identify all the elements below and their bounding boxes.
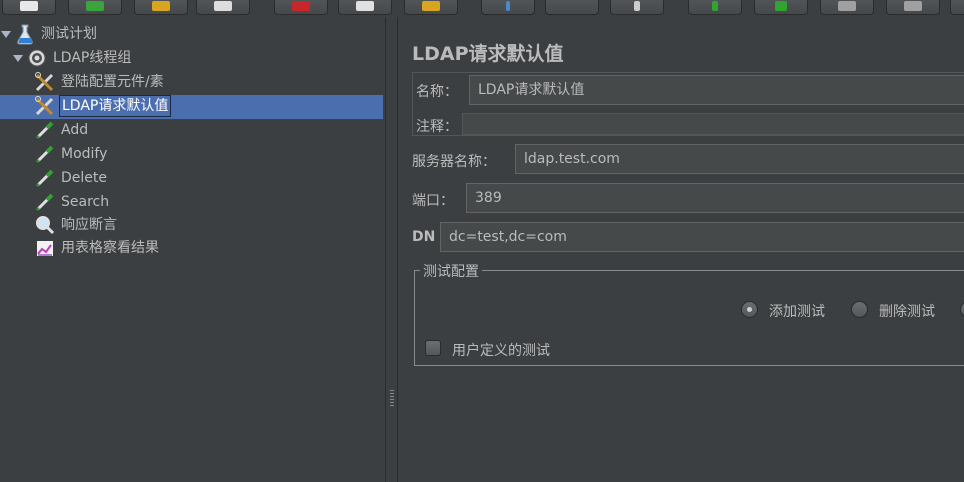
comment-label: 注释： (416, 119, 458, 135)
start-no-pause-button[interactable] (754, 0, 808, 15)
ldap-request-defaults-panel: LDAP请求默认值 名称： LDAP请求默认值 注释： 服务器名称： ldap.… (399, 17, 964, 482)
tree-item-label: 响应断言 (61, 217, 117, 233)
paste-button[interactable] (404, 0, 458, 15)
server-name-label: 服务器名称： (412, 154, 496, 170)
tree-item-label: Modify (61, 146, 108, 162)
tree-item-delete[interactable]: Delete (34, 167, 109, 189)
split-pane-divider[interactable] (385, 17, 398, 482)
tree-item-label: LDAP请求默认值 (59, 95, 172, 117)
tree-item-label: Search (61, 194, 110, 210)
play-icon (712, 1, 718, 11)
open-button[interactable] (134, 0, 188, 15)
toggle-button[interactable] (610, 0, 664, 15)
save-button[interactable] (196, 0, 250, 15)
wrench-scissors-icon (34, 95, 56, 117)
stop-button[interactable] (820, 0, 874, 15)
add-test-radio[interactable] (741, 301, 758, 318)
dn-label: DN (412, 229, 436, 245)
name-label: 名称： (416, 84, 458, 100)
add-test-label: 添加测试 (769, 304, 825, 320)
gear-icon (26, 47, 48, 69)
tree-item-response-assertion[interactable]: 响应断言 (34, 214, 119, 236)
dn-field[interactable]: dc=test,dc=com (440, 222, 964, 252)
delete-test-label: 删除测试 (879, 304, 935, 320)
test-config-legend: 测试配置 (420, 261, 482, 281)
copy-icon (356, 1, 374, 11)
tree-item-test-plan[interactable]: 测试计划 (0, 23, 99, 45)
test-config-group: 测试配置 添加测试 删除测试 用户定义的测试 (414, 261, 964, 366)
new-icon (20, 1, 38, 11)
test-plan-tree: 测试计划 LDAP线程组 登陆配置元件/素 LDAP请求默认值 Add Modi… (0, 17, 385, 482)
server-name-field[interactable]: ldap.test.com (515, 144, 964, 174)
expand-button[interactable] (481, 0, 535, 15)
paste-icon (422, 1, 440, 11)
page-title: LDAP请求默认值 (412, 43, 564, 65)
collapse-button[interactable] (545, 0, 599, 15)
new-button[interactable] (2, 0, 56, 15)
tree-item-label: 用表格察看结果 (61, 240, 159, 256)
copy-button[interactable] (338, 0, 392, 15)
next-radio-partial[interactable] (960, 301, 964, 318)
chart-icon (34, 237, 56, 259)
tree-item-login-config[interactable]: 登陆配置元件/素 (34, 71, 166, 93)
tree-item-add[interactable]: Add (34, 119, 90, 141)
user-defined-test-label: 用户定义的测试 (452, 343, 550, 359)
shutdown-icon (904, 1, 922, 11)
tree-item-modify[interactable]: Modify (34, 143, 109, 165)
open-icon (152, 1, 170, 11)
port-field[interactable]: 389 (466, 183, 964, 213)
cut-button[interactable] (274, 0, 328, 15)
wrench-scissors-icon (34, 71, 56, 93)
delete-test-radio[interactable] (851, 301, 868, 318)
grip-icon (390, 390, 394, 406)
comment-field[interactable] (462, 113, 964, 135)
tree-item-label: Add (61, 122, 89, 138)
play-nopause-icon (775, 1, 787, 11)
pipette-icon (34, 119, 56, 141)
expand-arrow-icon[interactable] (12, 52, 24, 64)
tree-item-view-results-table[interactable]: 用表格察看结果 (34, 237, 161, 259)
templates-icon (86, 1, 104, 11)
tree-item-label: 测试计划 (41, 26, 97, 42)
clear-button[interactable] (950, 0, 964, 15)
cut-icon (292, 1, 310, 11)
tree-item-ldap-thread-group[interactable]: LDAP线程组 (12, 47, 133, 69)
tree-item-label: LDAP线程组 (53, 50, 132, 66)
pipette-icon (34, 143, 56, 165)
name-field[interactable]: LDAP请求默认值 (469, 75, 964, 105)
plus-icon (506, 1, 510, 11)
expand-arrow-icon[interactable] (0, 28, 12, 40)
save-icon (214, 1, 232, 11)
toolbar (0, 0, 964, 17)
wand-icon (634, 1, 640, 11)
tree-item-label: 登陆配置元件/素 (61, 74, 164, 90)
pipette-icon (34, 191, 56, 213)
tree-item-ldap-request-defaults[interactable]: LDAP请求默认值 (34, 95, 172, 117)
start-button[interactable] (688, 0, 742, 15)
port-label: 端口： (412, 193, 454, 209)
pipette-icon (34, 167, 56, 189)
templates-button[interactable] (68, 0, 122, 15)
flask-icon (14, 23, 36, 45)
tree-item-search[interactable]: Search (34, 191, 111, 213)
name-comment-box: 名称： LDAP请求默认值 注释： (412, 72, 964, 136)
tree-item-label: Delete (61, 170, 107, 186)
magnifier-icon (34, 214, 56, 236)
shutdown-button[interactable] (886, 0, 940, 15)
stop-icon (838, 1, 856, 11)
user-defined-test-checkbox[interactable] (425, 340, 441, 356)
